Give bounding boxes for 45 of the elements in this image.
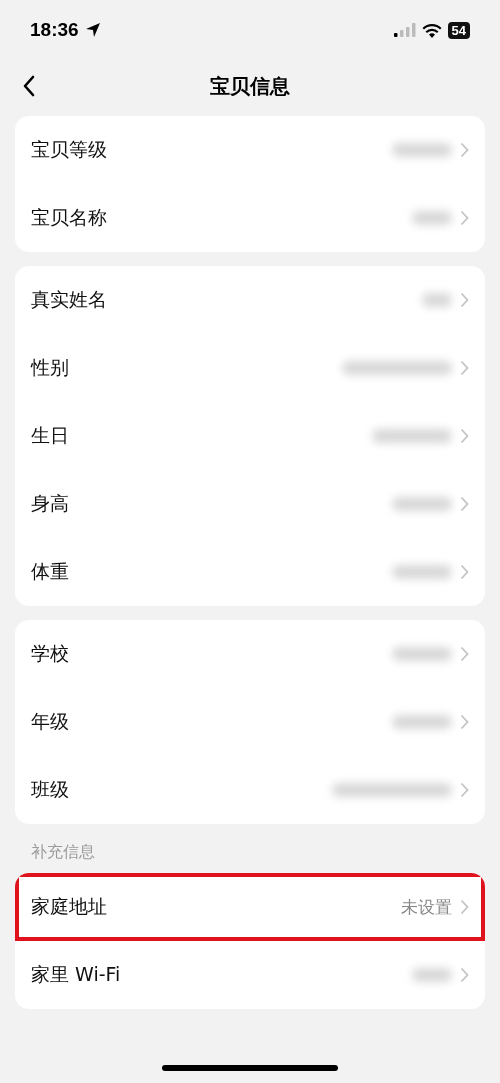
signal-icon xyxy=(393,23,416,37)
settings-row[interactable]: 年级 xyxy=(15,688,485,756)
settings-row[interactable]: 家里 Wi-Fi xyxy=(15,941,485,1009)
settings-row[interactable]: 宝贝等级 xyxy=(15,116,485,184)
row-label: 生日 xyxy=(31,423,69,448)
settings-row[interactable]: 家庭地址 未设置 xyxy=(15,873,485,941)
row-label: 性别 xyxy=(31,355,69,380)
chevron-icon xyxy=(460,292,469,308)
settings-row[interactable]: 宝贝名称 xyxy=(15,184,485,252)
chevron-icon xyxy=(460,360,469,376)
settings-row[interactable]: 体重 xyxy=(15,538,485,606)
row-label: 宝贝等级 xyxy=(31,137,107,162)
row-label: 宝贝名称 xyxy=(31,205,107,230)
chevron-icon xyxy=(460,564,469,580)
status-time: 18:36 xyxy=(30,19,79,41)
settings-row[interactable]: 学校 xyxy=(15,620,485,688)
settings-row[interactable]: 真实姓名 xyxy=(15,266,485,334)
row-label: 真实姓名 xyxy=(31,287,107,312)
row-label: 家里 Wi-Fi xyxy=(31,962,121,987)
settings-row[interactable]: 性别 xyxy=(15,334,485,402)
row-label: 体重 xyxy=(31,559,69,584)
chevron-icon xyxy=(460,646,469,662)
row-value: 未设置 xyxy=(401,895,452,919)
chevron-icon xyxy=(460,428,469,444)
location-arrow-icon xyxy=(84,22,101,38)
battery-level: 54 xyxy=(447,21,470,39)
section-title: 补充信息 xyxy=(30,841,96,863)
row-label: 年级 xyxy=(31,709,69,734)
chevron-icon xyxy=(460,714,469,730)
chevron-icon xyxy=(460,210,469,226)
chevron-icon xyxy=(460,967,469,983)
chevron-icon xyxy=(460,899,469,915)
row-label: 身高 xyxy=(31,491,69,516)
row-label: 班级 xyxy=(31,777,69,802)
back-icon[interactable] xyxy=(22,75,36,97)
settings-row[interactable]: 生日 xyxy=(15,402,485,470)
settings-row[interactable]: 身高 xyxy=(15,470,485,538)
chevron-icon xyxy=(460,496,469,512)
settings-row[interactable]: 班级 xyxy=(15,756,485,824)
row-label: 学校 xyxy=(31,641,69,666)
row-label: 家庭地址 xyxy=(31,894,107,919)
chevron-icon xyxy=(460,142,469,158)
wifi-icon xyxy=(421,22,442,38)
chevron-icon xyxy=(460,782,469,798)
page-title: 宝贝信息 xyxy=(210,72,290,100)
